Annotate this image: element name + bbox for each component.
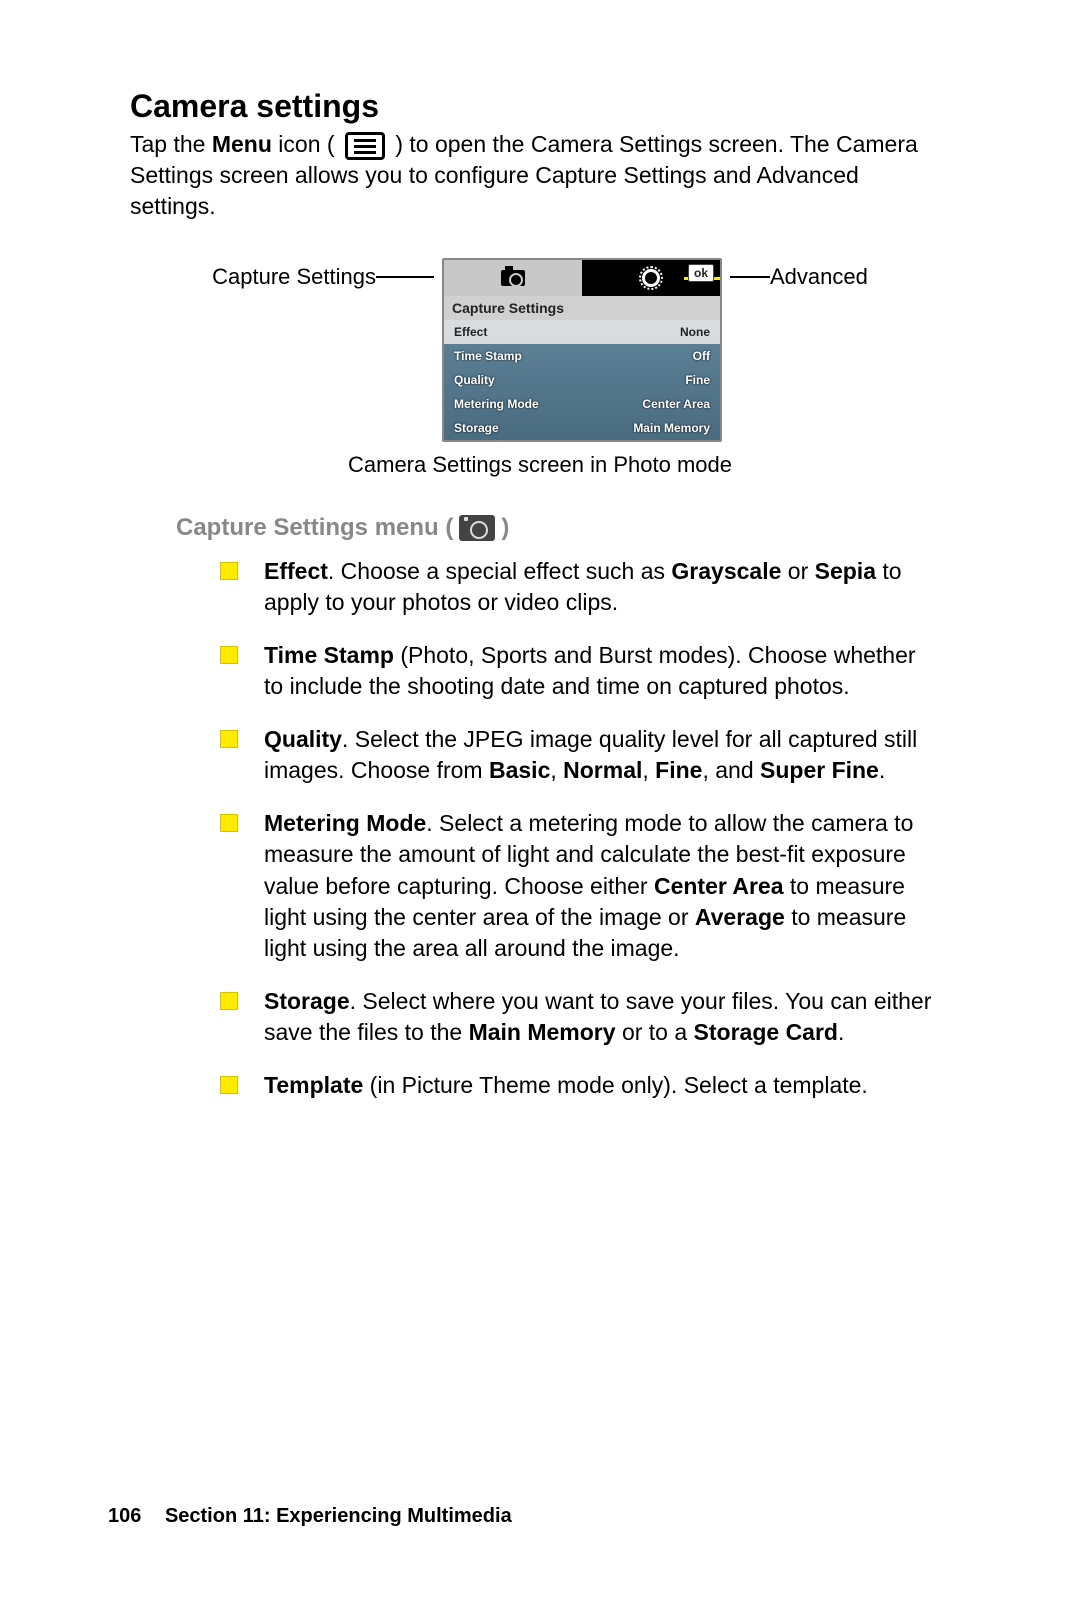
list-item-text: . (879, 757, 885, 783)
intro-bold-menu: Menu (212, 131, 272, 157)
gear-icon (642, 269, 660, 287)
ok-button[interactable]: ok (688, 264, 714, 282)
list-item: Metering Mode. Select a metering mode to… (220, 808, 940, 963)
list-item: Quality. Select the JPEG image quality l… (220, 724, 940, 786)
list-item-term: Grayscale (671, 558, 781, 584)
settings-row-label: Metering Mode (454, 397, 539, 411)
bullet-list: Effect. Choose a special effect such as … (220, 556, 940, 1101)
settings-row-label: Quality (454, 373, 495, 387)
list-item-text: , (550, 757, 563, 783)
settings-row[interactable]: Metering Mode Center Area (444, 392, 720, 416)
list-item: Template (in Picture Theme mode only). S… (220, 1070, 940, 1101)
list-item-text: , and (702, 757, 760, 783)
list-item-term: Effect (264, 558, 328, 584)
list-item-text: or to a (616, 1019, 694, 1045)
list-item-term: Fine (655, 757, 702, 783)
list-item-term: Sepia (815, 558, 876, 584)
figure-caption: Camera Settings screen in Photo mode (130, 452, 950, 478)
settings-row-value: None (680, 325, 710, 339)
subheading: Capture Settings menu ( ) (176, 514, 950, 542)
callout-line-right (730, 276, 770, 278)
list-item-term: Storage Card (694, 1019, 838, 1045)
settings-row-label: Effect (454, 325, 487, 339)
list-item-term: Average (695, 904, 785, 930)
list-item-term: Normal (563, 757, 642, 783)
list-item-term: Template (264, 1072, 363, 1098)
callout-left: Capture Settings (212, 258, 434, 290)
list-item: Storage. Select where you want to save y… (220, 986, 940, 1048)
list-item-text: or (781, 558, 814, 584)
intro-paragraph: Tap the Menu icon ( ) to open the Camera… (130, 129, 950, 222)
intro-pre: Tap the (130, 131, 212, 157)
settings-row[interactable]: Time Stamp Off (444, 344, 720, 368)
screenshot-rows: Effect None Time Stamp Off Quality Fine Meteri… (444, 320, 720, 440)
list-item-term: Super Fine (760, 757, 879, 783)
tab-capture-settings[interactable] (444, 260, 582, 296)
list-item-text: . (838, 1019, 844, 1045)
section-title: Section 11: Experiencing Multimedia (165, 1505, 512, 1527)
list-item-term: Metering Mode (264, 810, 426, 836)
callout-line-left (376, 276, 434, 278)
list-item-term: Storage (264, 988, 350, 1014)
callout-left-text: Capture Settings (212, 264, 376, 290)
callout-right-text: Advanced (770, 264, 868, 290)
settings-row[interactable]: Quality Fine (444, 368, 720, 392)
settings-row-value: Center Area (642, 397, 710, 411)
page-number: 106 (108, 1505, 141, 1527)
callout-right: Advanced (730, 258, 868, 290)
menu-icon (345, 132, 385, 160)
camera-settings-screenshot: ok Capture Settings Effect None Time Stamp… (442, 258, 722, 442)
screenshot-tabs: ok (444, 260, 720, 296)
list-item: Effect. Choose a special effect such as … (220, 556, 940, 618)
screenshot-title: Capture Settings (444, 296, 720, 320)
camera-icon (501, 270, 525, 286)
list-item-term: Basic (489, 757, 550, 783)
page-footer: 106 Section 11: Experiencing Multimedia (108, 1505, 512, 1528)
subheading-post: ) (501, 514, 509, 542)
list-item-term: Quality (264, 726, 342, 752)
list-item-term: Time Stamp (264, 642, 394, 668)
list-item: Time Stamp (Photo, Sports and Burst mode… (220, 640, 940, 702)
settings-row[interactable]: Storage Main Memory (444, 416, 720, 440)
page-heading: Camera settings (130, 88, 950, 125)
figure-wrap: Capture Settings ok Capture Settings Eff… (130, 258, 950, 442)
list-item-term: Center Area (654, 873, 784, 899)
list-item-term: Main Memory (469, 1019, 616, 1045)
settings-row-label: Storage (454, 421, 499, 435)
settings-row-value: Off (693, 349, 710, 363)
settings-row[interactable]: Effect None (444, 320, 720, 344)
settings-row-value: Main Memory (633, 421, 710, 435)
settings-row-label: Time Stamp (454, 349, 522, 363)
intro-mid1: icon ( (272, 131, 341, 157)
settings-row-value: Fine (685, 373, 710, 387)
list-item-text: , (642, 757, 655, 783)
camera-icon (459, 515, 495, 541)
list-item-text: . Choose a special effect such as (328, 558, 672, 584)
list-item-text: (in Picture Theme mode only). Select a t… (363, 1072, 868, 1098)
subheading-pre: Capture Settings menu ( (176, 514, 453, 542)
